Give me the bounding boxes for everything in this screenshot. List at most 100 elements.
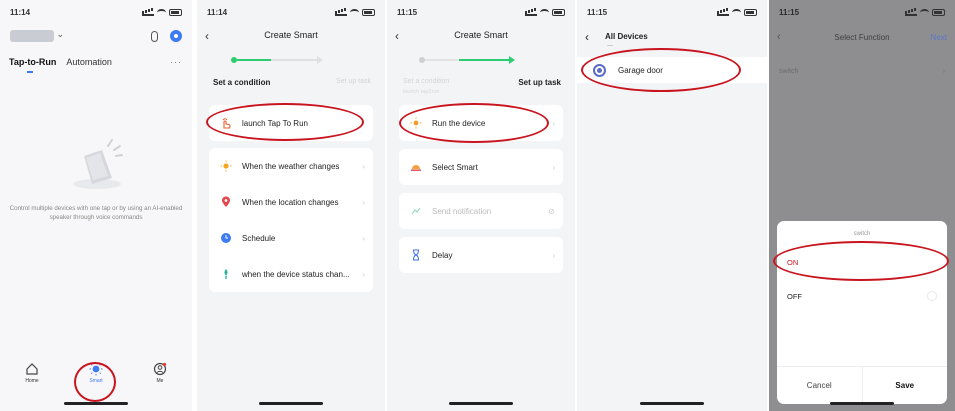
status-time: 11:15 [779,7,800,17]
nav-bar: ‹ Create Smart [387,29,575,44]
smart-sun-icon [89,362,103,376]
sheet-footer: Cancel Save [777,366,947,404]
step-label-task: Set up task [335,78,371,85]
signal-icon [717,9,729,16]
condition-launch-tap-to-run[interactable]: launch Tap To Run [209,105,373,141]
stepper [217,56,365,64]
screen-home: 11:14 ⌄ Tap-to-Run Automation ··· Contro… [0,0,192,411]
garage-door-icon [593,63,606,77]
tab-automation[interactable]: Automation [66,57,112,67]
home-header: ⌄ [10,28,182,44]
tabbar-smart-label: Smart [89,378,103,384]
screen-create-smart-task: 11:15 ‹ Create Smart Set a condition Set… [387,0,575,411]
condition-label: When the location changes [242,197,339,207]
home-indicator [64,402,128,405]
task-run-device[interactable]: Run the device › [399,105,563,141]
tabbar-smart[interactable]: Smart [76,362,116,384]
chevron-right-icon: › [552,162,555,172]
status-time: 11:15 [587,7,608,17]
status-time: 11:14 [207,7,228,17]
signal-icon [905,9,917,16]
condition-card-launch: launch Tap To Run [209,105,373,141]
chevron-right-icon: › [362,269,365,279]
more-icon[interactable]: ··· [170,57,182,67]
condition-label: when the device status chan... [242,269,350,279]
task-label: Run the device [432,118,486,128]
home-selector[interactable]: ⌄ [10,29,64,42]
page-title: Select Function [834,33,890,42]
condition-card-list: When the weather changes › When the loca… [209,148,373,292]
task-card-delay: Delay › [399,237,563,273]
home-indicator [259,402,323,405]
empty-state-illustration [73,139,123,189]
option-on[interactable]: ON [777,249,947,275]
status-time: 11:14 [10,7,31,17]
screen-all-devices: 11:15 ‹ All Devices Garage door [577,0,767,411]
sheet-title: switch [853,231,871,237]
task-select-smart[interactable]: Select Smart › [399,149,563,185]
chevron-right-icon: › [552,118,555,128]
location-pin-icon [219,195,233,209]
condition-schedule[interactable]: Schedule › [209,220,373,256]
tabbar-me-label: Me [156,378,164,384]
me-icon [153,362,167,376]
signal-icon [142,9,154,16]
function-row-switch[interactable]: switch › [769,68,955,82]
status-bar: 11:14 [207,6,375,18]
task-card-notify: Send notification ⊘ [399,193,563,229]
bottom-tabbar: Home Smart Me [0,362,192,384]
screen-select-function: 11:15 ‹ Select Function Next switch › sw… [769,0,955,411]
wifi-icon [920,8,929,16]
home-icon [26,363,38,375]
step-arrow [509,56,515,64]
battery-icon [362,8,375,16]
microphone-icon[interactable] [151,30,158,42]
task-delay[interactable]: Delay › [399,237,563,273]
step-labels: Set a condition Set up task [403,78,561,87]
save-button[interactable]: Save [863,367,948,404]
next-button[interactable]: Next [931,33,947,42]
tab-tap-to-run[interactable]: Tap-to-Run [9,57,56,73]
step-labels: Set a condition Set up task [213,78,371,87]
chevron-right-icon: › [362,161,365,171]
task-label: Select Smart [432,162,478,172]
chevron-right-icon: › [942,68,945,75]
option-label: OFF [787,291,802,301]
cancel-button[interactable]: Cancel [777,367,863,404]
task-send-notification[interactable]: Send notification ⊘ [399,193,563,229]
condition-location[interactable]: When the location changes › [209,184,373,220]
home-indicator [449,402,513,405]
add-icon[interactable] [170,30,182,42]
battery-icon [744,8,757,16]
condition-weather[interactable]: When the weather changes › [209,148,373,184]
tabbar-home[interactable]: Home [12,362,52,384]
condition-device-status[interactable]: when the device status chan... › [209,256,373,292]
step-line-active [459,59,509,61]
wifi-icon [157,8,166,16]
back-icon[interactable]: ‹ [585,30,589,44]
hourglass-icon [409,248,423,262]
screen-create-smart-condition: 11:14 ‹ Create Smart Set a condition Set… [197,0,385,411]
battery-icon [169,8,182,16]
step-label-condition: Set a condition [403,78,450,85]
task-label: Delay [432,250,453,260]
wifi-icon [540,8,549,16]
step-condition-sub: launch tap2run [403,89,440,95]
back-icon[interactable]: ‹ [395,29,399,43]
chevron-down-icon: ⌄ [56,29,64,39]
step-arrow [317,56,323,64]
back-icon[interactable]: ‹ [205,29,209,43]
tabbar-me[interactable]: Me [140,362,180,384]
option-off[interactable]: OFF [777,283,947,309]
clock-icon [219,231,233,245]
switch-action-sheet: switch ON OFF Cancel Save [777,221,947,404]
wifi-icon [732,8,741,16]
device-sun-icon [409,116,423,130]
notification-icon [409,204,423,218]
hand-tap-icon [219,116,233,130]
radio-icon [927,291,937,301]
device-row-garage-door[interactable]: Garage door [577,57,767,83]
back-icon[interactable]: ‹ [777,31,781,43]
step-line-done [237,59,271,61]
device-icon [219,267,233,281]
